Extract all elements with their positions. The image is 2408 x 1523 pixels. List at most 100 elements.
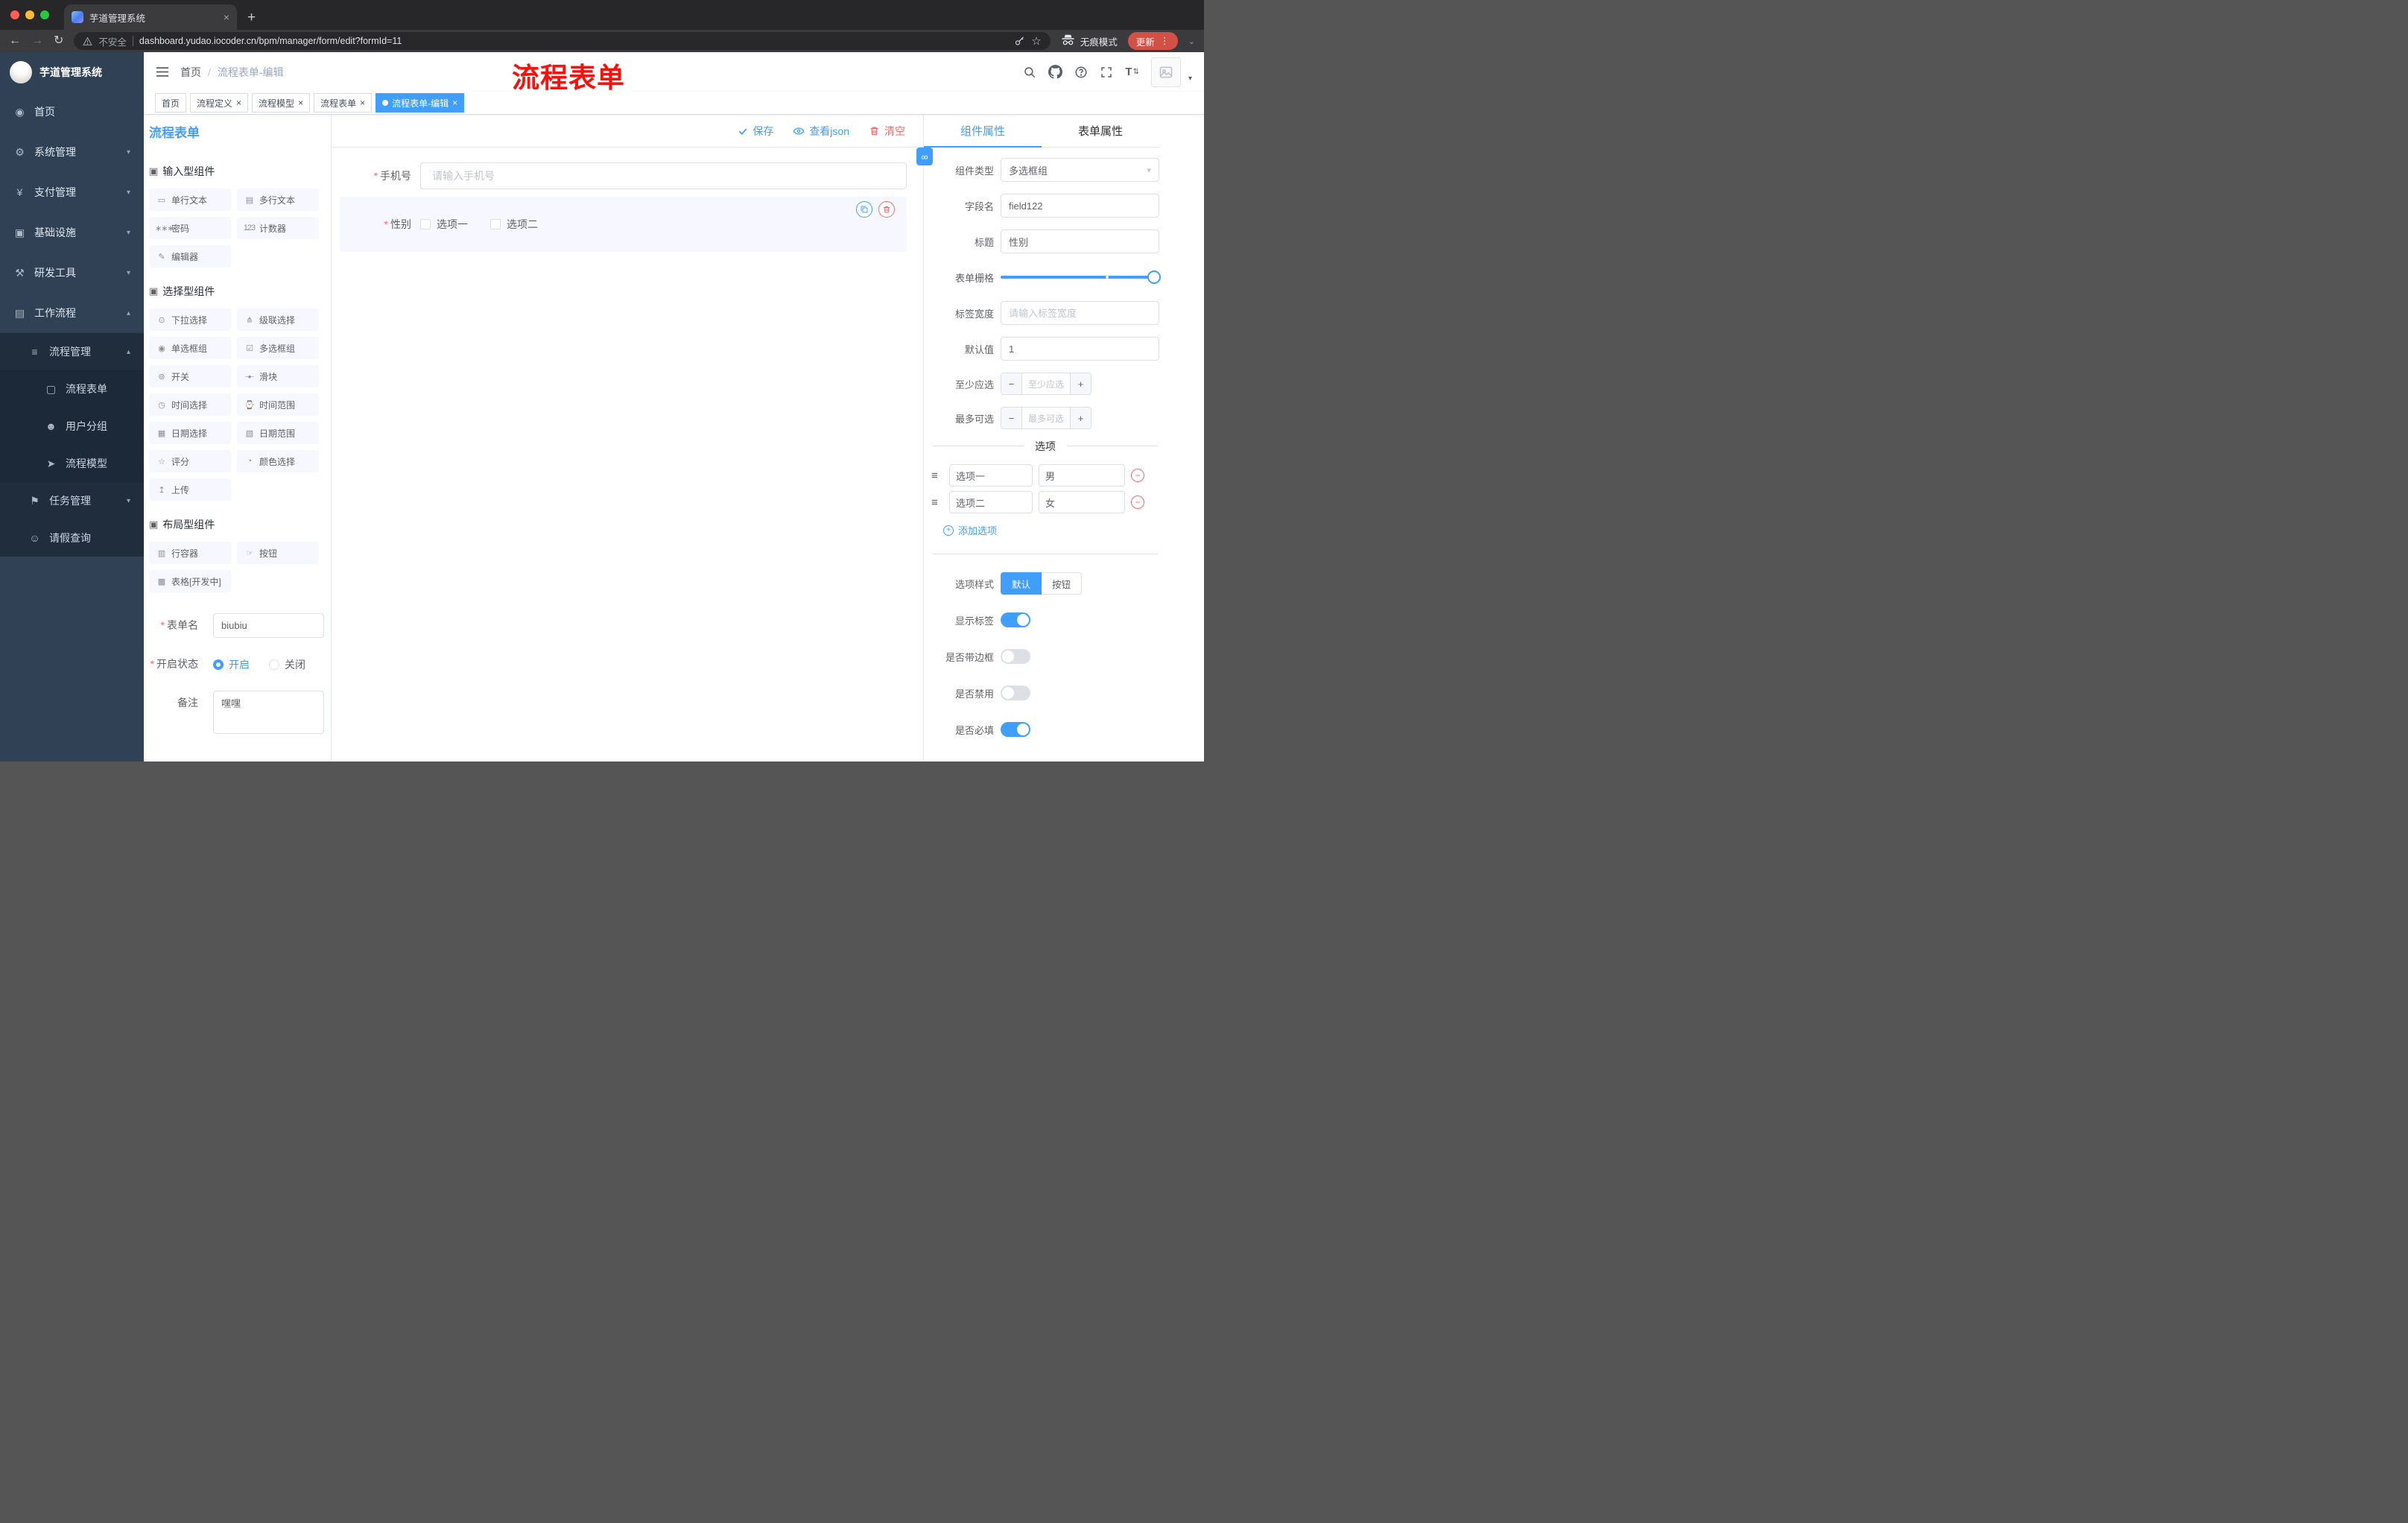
- new-tab-button[interactable]: +: [247, 10, 256, 25]
- forward-button[interactable]: →: [31, 35, 43, 47]
- default-value-input[interactable]: [1001, 337, 1159, 361]
- sidebar-item-process-management[interactable]: ≡ 流程管理 ▴: [0, 333, 144, 370]
- breadcrumb-home[interactable]: 首页: [180, 65, 201, 80]
- increase-button[interactable]: +: [1070, 408, 1091, 428]
- save-button[interactable]: 保存: [738, 124, 773, 139]
- palette-item-row-container[interactable]: ▥ 行容器: [149, 542, 231, 564]
- gender-option-2[interactable]: 选项二: [490, 217, 538, 232]
- tag-process-form-edit[interactable]: 流程表单-编辑 ×: [376, 93, 465, 113]
- drag-handle-icon[interactable]: ≡: [931, 496, 943, 509]
- disabled-switch[interactable]: [1001, 685, 1030, 700]
- label-width-input[interactable]: [1001, 301, 1159, 325]
- sidebar-collapse-icon[interactable]: [156, 66, 169, 77]
- clear-button[interactable]: 清空: [869, 124, 905, 139]
- github-icon[interactable]: [1048, 65, 1063, 79]
- remove-option-button[interactable]: −: [1131, 469, 1144, 482]
- palette-item-select[interactable]: ⊙ 下拉选择: [149, 308, 231, 331]
- slider-handle[interactable]: [1147, 270, 1161, 284]
- search-icon[interactable]: [1023, 66, 1036, 79]
- status-radio-off[interactable]: 关闭: [269, 657, 305, 672]
- help-icon[interactable]: [1074, 66, 1088, 79]
- address-bar[interactable]: 不安全 dashboard.yudao.iocoder.cn/bpm/manag…: [74, 32, 1051, 50]
- palette-item-button[interactable]: ☞ 按钮: [237, 542, 319, 564]
- add-option-button[interactable]: + 添加选项: [943, 523, 1159, 537]
- copy-widget-button[interactable]: [856, 201, 872, 218]
- tag-close-icon[interactable]: ×: [236, 98, 241, 108]
- avatar[interactable]: [1150, 57, 1181, 87]
- tag-home[interactable]: 首页: [155, 93, 187, 113]
- delete-widget-button[interactable]: [878, 201, 895, 218]
- style-default-button[interactable]: 默认: [1001, 572, 1042, 595]
- status-radio-on[interactable]: 开启: [213, 657, 250, 672]
- tag-close-icon[interactable]: ×: [452, 98, 457, 108]
- remove-option-button[interactable]: −: [1131, 495, 1144, 509]
- sidebar-item-dev-tools[interactable]: ⚒ 研发工具 ▾: [0, 253, 144, 293]
- window-zoom-button[interactable]: [40, 10, 49, 19]
- tag-close-icon[interactable]: ×: [360, 98, 365, 108]
- checkbox-icon[interactable]: [420, 219, 431, 229]
- palette-item-upload[interactable]: ↥ 上传: [149, 478, 231, 501]
- palette-item-time-picker[interactable]: ◷ 时间选择: [149, 393, 231, 416]
- tab-component-props[interactable]: 组件属性: [924, 115, 1042, 148]
- increase-button[interactable]: +: [1070, 373, 1091, 394]
- palette-item-rich-editor[interactable]: ✎ 编辑器: [149, 245, 231, 267]
- max-select-placeholder[interactable]: 最多可选: [1022, 408, 1070, 428]
- password-key-icon[interactable]: [1014, 36, 1025, 47]
- drag-handle-icon[interactable]: ≡: [931, 469, 943, 482]
- option-value-input[interactable]: [1039, 464, 1125, 487]
- palette-item-checkbox-group[interactable]: ☑ 多选框组: [237, 337, 319, 359]
- form-grid-slider[interactable]: [1001, 265, 1161, 289]
- tab-form-props[interactable]: 表单属性: [1042, 115, 1159, 147]
- sidebar-item-home[interactable]: ◉ 首页: [0, 92, 144, 132]
- title-input[interactable]: [1001, 229, 1159, 253]
- palette-item-date-picker[interactable]: ▦ 日期选择: [149, 422, 231, 444]
- tag-process-model[interactable]: 流程模型 ×: [252, 93, 311, 113]
- component-type-select[interactable]: 多选框组 ▾: [1001, 158, 1159, 182]
- sidebar-item-workflow[interactable]: ▤ 工作流程 ▴: [0, 293, 144, 333]
- fullscreen-icon[interactable]: [1100, 66, 1113, 79]
- palette-item-multi-line-text[interactable]: ▤ 多行文本: [237, 189, 319, 211]
- reload-button[interactable]: ↻: [54, 35, 63, 47]
- phone-field-widget[interactable]: * 手机号: [340, 162, 907, 189]
- toolbar-chevron-icon[interactable]: ⌄: [1188, 37, 1195, 46]
- sidebar-item-infrastructure[interactable]: ▣ 基础设施 ▾: [0, 212, 144, 253]
- tag-process-definition[interactable]: 流程定义 ×: [190, 93, 249, 113]
- panel-link-handle-icon[interactable]: ∞: [916, 148, 933, 165]
- sidebar-item-process-model[interactable]: ➤ 流程模型: [0, 445, 144, 482]
- field-name-input[interactable]: [1001, 194, 1159, 218]
- tag-process-form[interactable]: 流程表单 ×: [314, 93, 373, 113]
- palette-item-time-range[interactable]: ⌚ 时间范围: [237, 393, 319, 416]
- palette-item-color-picker[interactable]: ◔ 颜色选择: [237, 450, 319, 472]
- style-button-button[interactable]: 按钮: [1042, 572, 1083, 595]
- palette-item-password[interactable]: ∗∗∗ 密码: [149, 217, 231, 239]
- sidebar-item-task-management[interactable]: ⚑ 任务管理 ▾: [0, 482, 144, 519]
- option-label-input[interactable]: [949, 491, 1033, 513]
- gender-option-1[interactable]: 选项一: [420, 217, 468, 232]
- sidebar-item-leave-query[interactable]: ☺ 请假查询: [0, 519, 144, 557]
- form-name-input[interactable]: [213, 613, 324, 638]
- min-select-placeholder[interactable]: 至少应选: [1022, 373, 1070, 394]
- palette-item-counter[interactable]: 123 计数器: [237, 217, 319, 239]
- palette-item-cascader[interactable]: ⋔ 级联选择: [237, 308, 319, 331]
- bookmark-star-icon[interactable]: ☆: [1031, 34, 1041, 48]
- sidebar-item-system-management[interactable]: ⚙ 系统管理 ▾: [0, 132, 144, 172]
- decrease-button[interactable]: −: [1001, 373, 1022, 394]
- palette-item-table-dev[interactable]: ▩ 表格[开发中]: [149, 570, 231, 592]
- sidebar-item-user-group[interactable]: ☻ 用户分组: [0, 408, 144, 445]
- browser-tab[interactable]: 芋道管理系统 ×: [64, 4, 237, 30]
- palette-item-single-line-text[interactable]: ▭ 单行文本: [149, 189, 231, 211]
- decrease-button[interactable]: −: [1001, 408, 1022, 428]
- checkbox-icon[interactable]: [490, 219, 501, 229]
- phone-input[interactable]: [420, 162, 907, 189]
- sidebar-item-payment-management[interactable]: ¥ 支付管理 ▾: [0, 172, 144, 212]
- option-label-input[interactable]: [949, 464, 1033, 487]
- palette-item-radio-group[interactable]: ◉ 单选框组: [149, 337, 231, 359]
- palette-item-switch[interactable]: ⊚ 开关: [149, 365, 231, 387]
- tab-close-icon[interactable]: ×: [224, 11, 229, 23]
- required-switch[interactable]: [1001, 722, 1030, 737]
- palette-item-rate[interactable]: ☆ 评分: [149, 450, 231, 472]
- show-label-switch[interactable]: [1001, 612, 1030, 627]
- window-minimize-button[interactable]: [25, 10, 34, 19]
- back-button[interactable]: ←: [9, 35, 21, 47]
- sidebar-item-process-form[interactable]: ▢ 流程表单: [0, 370, 144, 408]
